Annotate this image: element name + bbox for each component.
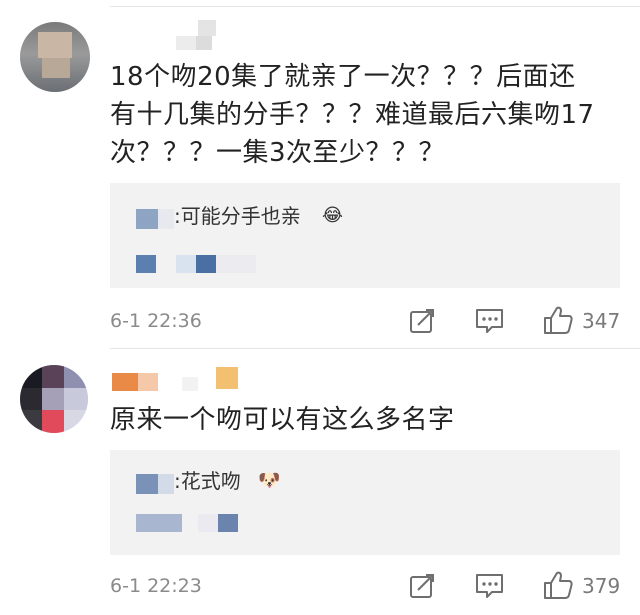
comment-icon: [476, 574, 503, 598]
reply-blur: [218, 514, 238, 532]
avatar-mosaic: [38, 32, 72, 58]
avatar-mosaic: [20, 388, 42, 410]
reply-box[interactable]: :可能分手也亲 😂: [110, 183, 620, 288]
avatar-mosaic: [64, 388, 88, 410]
avatar-mosaic: [42, 58, 70, 78]
like-count: 347: [582, 309, 621, 333]
like-count: 379: [582, 574, 621, 598]
reply-username-blur: [158, 474, 174, 494]
reply-username-blur: [158, 209, 174, 229]
like-button[interactable]: [542, 569, 574, 601]
avatar-mosaic: [64, 410, 88, 433]
username-mosaic: [112, 373, 138, 391]
repost-icon: [410, 574, 434, 598]
username-blur[interactable]: [112, 367, 238, 393]
avatar[interactable]: [20, 365, 88, 433]
comment-item-2: 原来一个吻可以有这么多名字 :花式吻 🐶 6-1 22:23 379: [0, 345, 640, 615]
reply-blur: [176, 255, 196, 273]
comment-icon: [476, 309, 503, 333]
avatar[interactable]: [20, 22, 90, 92]
comment-item-1: 18个吻20集了就亲了一次？？？后面还 有十几集的分手？？？难道最后六集吻17 …: [0, 0, 640, 345]
comment-text: 原来一个吻可以有这么多名字: [110, 405, 455, 435]
thumbs-up-icon: [544, 571, 573, 599]
username-mosaic: [176, 36, 196, 50]
comment-text: 18个吻20集了就亲了一次？？？后面还 有十几集的分手？？？难道最后六集吻17 …: [110, 62, 595, 168]
reply-box[interactable]: :花式吻 🐶: [110, 450, 620, 555]
avatar-mosaic: [42, 388, 64, 410]
repost-icon: [410, 309, 434, 333]
avatar-mosaic: [20, 410, 42, 433]
username-mosaic: [138, 373, 158, 391]
username-mosaic: [198, 20, 216, 36]
username-mosaic: [182, 377, 198, 391]
reply-blur: [196, 255, 216, 273]
thumbs-up-icon: [544, 306, 573, 334]
avatar-mosaic: [20, 365, 42, 388]
repost-button[interactable]: [408, 572, 438, 600]
reply-text: :花式吻: [174, 469, 241, 493]
avatar-mosaic: [42, 365, 64, 388]
comment-time: 6-1 22:36: [110, 310, 202, 332]
reply-blur: [198, 514, 218, 532]
laughing-emoji-icon: 😂: [322, 205, 344, 226]
dog-emoji-icon: 🐶: [258, 470, 281, 491]
username-mosaic: [196, 36, 212, 50]
reply-text: :可能分手也亲: [174, 204, 301, 228]
avatar-mosaic: [64, 365, 88, 388]
username-blur[interactable]: [176, 20, 216, 50]
reply-blur: [136, 255, 156, 273]
comment-button[interactable]: [474, 572, 506, 600]
reply-blur: [136, 514, 182, 532]
comment-button[interactable]: [474, 307, 506, 335]
username-mosaic: [216, 367, 238, 389]
reply-username-blur: [136, 474, 158, 494]
like-button[interactable]: [542, 304, 574, 336]
repost-button[interactable]: [408, 307, 438, 335]
reply-username-blur: [136, 209, 158, 229]
avatar-mosaic: [42, 410, 64, 433]
comment-time: 6-1 22:23: [110, 575, 202, 597]
reply-blur: [216, 255, 256, 273]
